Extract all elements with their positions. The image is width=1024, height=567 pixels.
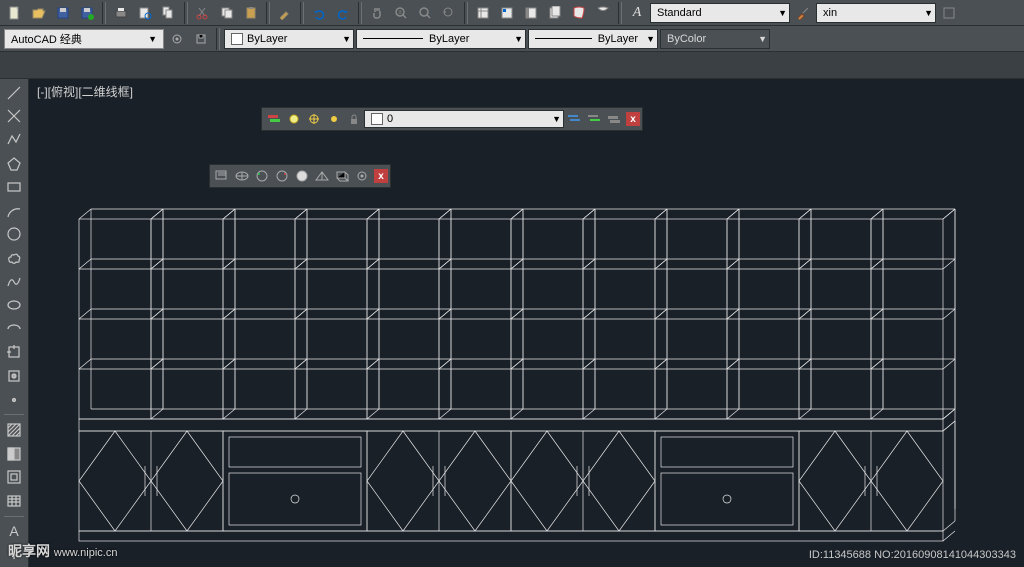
chevron-down-icon: ▼ [770,8,787,18]
arc-icon[interactable] [2,200,26,222]
ray-icon[interactable] [2,106,26,128]
revcloud-icon[interactable] [2,247,26,269]
watermark-brand: 昵享网 www.nipic.cn [8,541,117,561]
zoom-realtime-icon[interactable]: ± [390,2,412,24]
make-block-icon[interactable] [2,365,26,387]
polyline-icon[interactable] [2,129,26,151]
gradient-icon[interactable] [2,443,26,465]
plotstyle-value: ByColor [667,33,706,45]
chevron-down-icon: ▼ [334,34,351,44]
layer-color-dropdown[interactable]: ByLayer ▼ [224,29,354,49]
paintbrush-icon[interactable] [792,2,814,24]
draw-toolbar: A [0,79,29,567]
chevron-down-icon: ▼ [638,34,655,44]
point-icon[interactable] [2,389,26,411]
main-toolbar-row1: ± A Standard ▼ xin ▼ [0,0,1024,26]
workspace-gear-icon[interactable] [166,28,188,50]
layer-color-value: ByLayer [247,33,287,45]
drawing-wireframe [29,79,1024,567]
new-file-icon[interactable] [4,2,26,24]
redo-icon[interactable] [332,2,354,24]
textstyle-dropdown[interactable]: Standard ▼ [650,3,790,23]
print-icon[interactable] [110,2,132,24]
print-preview-icon[interactable] [134,2,156,24]
main-toolbar-row2: AutoCAD 经典 ▼ ByLayer ▼ ByLayer ▼ ByLayer… [0,26,1024,52]
pan-icon[interactable] [366,2,388,24]
cut-icon[interactable] [192,2,214,24]
textstyle-A-icon[interactable]: A [626,2,648,24]
lineweight-value: ByLayer [598,33,638,45]
spline-icon[interactable] [2,271,26,293]
line-icon[interactable] [2,82,26,104]
polygon-icon[interactable] [2,153,26,175]
color-swatch [231,33,243,45]
ellipse-arc-icon[interactable] [2,318,26,340]
watermark-id: ID:11345688 NO:20160908141044303343 [809,549,1016,561]
match-props-icon[interactable] [274,2,296,24]
anno-toggle-icon[interactable] [938,2,960,24]
workspace-save-icon[interactable] [190,28,212,50]
annostyle-value: xin [823,7,837,19]
properties-icon[interactable] [472,2,494,24]
zoom-window-icon[interactable] [414,2,436,24]
chevron-down-icon: ▼ [750,34,767,44]
ribbon-spacer [0,52,1024,79]
quickcalc-icon[interactable] [592,2,614,24]
workspace-dropdown[interactable]: AutoCAD 经典 ▼ [4,29,164,49]
tool-palettes-icon[interactable] [520,2,542,24]
plotstyle-dropdown[interactable]: ByColor ▼ [660,29,770,49]
drawing-canvas[interactable]: [-][俯视][二维线框] 0 ▼ x x [29,79,1024,567]
publish-icon[interactable] [158,2,180,24]
zoom-prev-icon[interactable] [438,2,460,24]
rectangle-icon[interactable] [2,176,26,198]
chevron-down-icon: ▼ [916,8,933,18]
markup-icon[interactable] [568,2,590,24]
undo-icon[interactable] [308,2,330,24]
design-center-icon[interactable] [496,2,518,24]
table-icon[interactable] [2,490,26,512]
linetype-preview [363,38,423,39]
insert-block-icon[interactable] [2,342,26,364]
hatch-icon[interactable] [2,419,26,441]
workspace-value: AutoCAD 经典 [11,31,82,47]
paste-icon[interactable] [240,2,262,24]
save-icon[interactable] [52,2,74,24]
lineweight-preview [535,38,592,39]
region-icon[interactable] [2,467,26,489]
chevron-down-icon: ▼ [148,34,157,44]
linetype-dropdown[interactable]: ByLayer ▼ [356,29,526,49]
copy-icon[interactable] [216,2,238,24]
mtext-icon[interactable]: A [2,521,26,543]
ellipse-icon[interactable] [2,294,26,316]
linetype-value: ByLayer [429,33,469,45]
saveas-icon[interactable] [76,2,98,24]
chevron-down-icon: ▼ [506,34,523,44]
annostyle-dropdown[interactable]: xin ▼ [816,3,936,23]
lineweight-dropdown[interactable]: ByLayer ▼ [528,29,658,49]
textstyle-value: Standard [657,7,702,19]
sheet-set-icon[interactable] [544,2,566,24]
circle-icon[interactable] [2,224,26,246]
open-file-icon[interactable] [28,2,50,24]
